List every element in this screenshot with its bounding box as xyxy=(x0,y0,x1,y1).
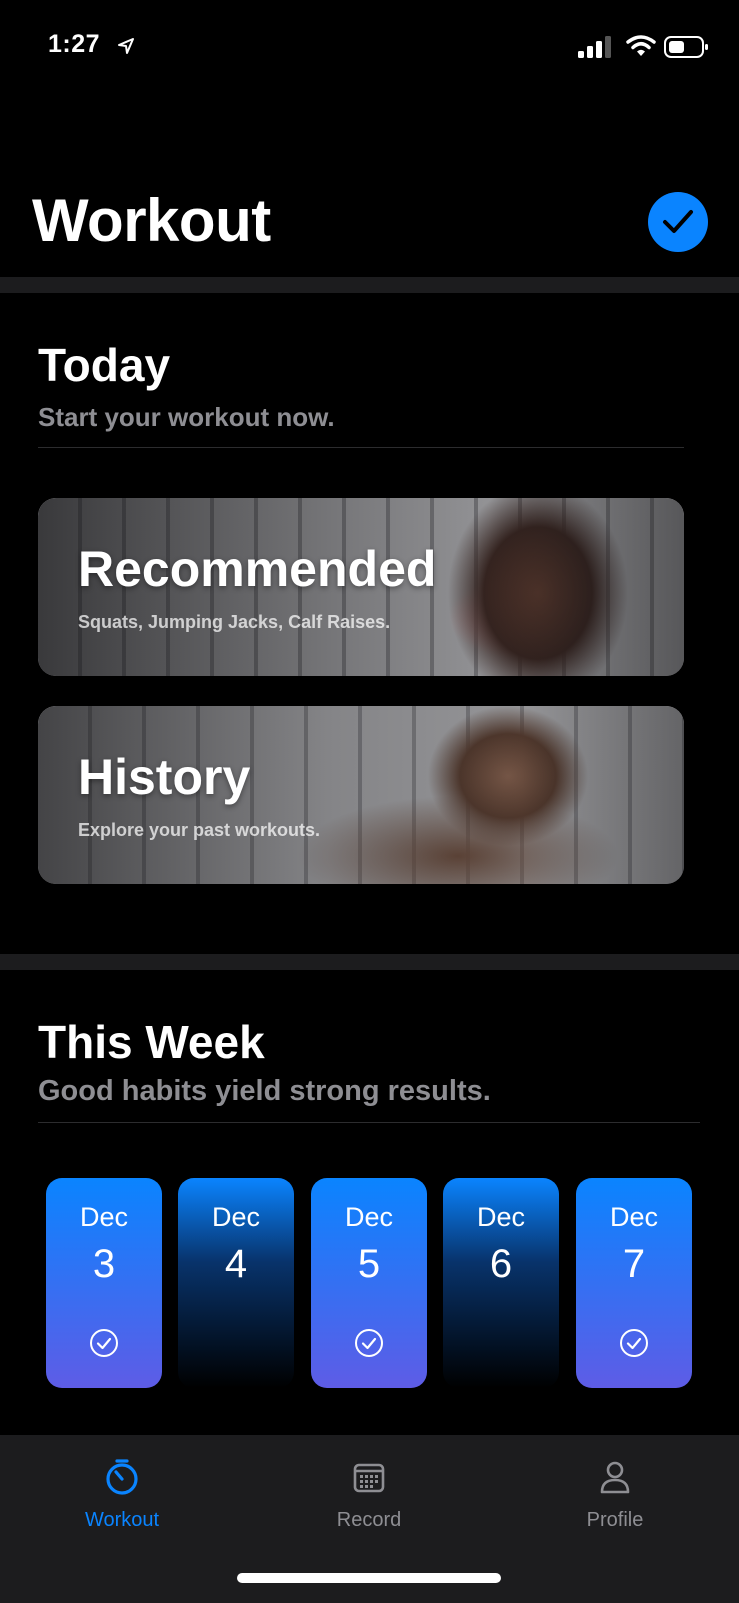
location-arrow-icon xyxy=(118,38,134,54)
day-pill[interactable]: Dec 3 xyxy=(46,1178,162,1388)
day-pill[interactable]: Dec 5 xyxy=(311,1178,427,1388)
cellular-signal-icon xyxy=(578,36,611,58)
day-month: Dec xyxy=(609,1202,658,1232)
check-circle-icon xyxy=(620,1329,648,1357)
today-subtitle: Start your workout now. xyxy=(38,402,335,432)
day-number: 5 xyxy=(357,1242,381,1286)
tab-label: Workout xyxy=(84,1509,160,1531)
history-card-title: History xyxy=(78,749,251,805)
history-card-subtitle: Explore your past workouts. xyxy=(78,820,321,840)
checkmark-icon xyxy=(663,210,693,233)
calendar-icon xyxy=(353,1463,385,1493)
week-title: This Week xyxy=(38,1016,265,1068)
week-divider xyxy=(38,1122,700,1123)
section-divider xyxy=(0,277,739,293)
day-number: 3 xyxy=(92,1242,116,1286)
recommended-card[interactable]: Recommended Squats, Jumping Jacks, Calf … xyxy=(38,498,684,676)
complete-button[interactable] xyxy=(648,192,708,252)
day-pill[interactable]: Dec 6 xyxy=(443,1178,559,1388)
day-month: Dec xyxy=(211,1202,260,1232)
check-circle-icon xyxy=(355,1329,383,1357)
day-number: 7 xyxy=(622,1242,646,1286)
today-divider xyxy=(38,447,684,448)
day-month: Dec xyxy=(476,1202,525,1232)
today-title: Today xyxy=(38,339,171,391)
day-number: 6 xyxy=(489,1242,513,1286)
day-month: Dec xyxy=(344,1202,393,1232)
tab-profile[interactable]: Profile xyxy=(535,1435,695,1545)
week-subtitle: Good habits yield strong results. xyxy=(38,1075,491,1107)
wifi-icon xyxy=(626,35,656,56)
workout-screen: 1:27 Workout Today Start your workout no… xyxy=(0,0,739,1603)
battery-icon xyxy=(664,36,708,58)
check-circle-icon xyxy=(90,1329,118,1357)
recommended-card-subtitle: Squats, Jumping Jacks, Calf Raises. xyxy=(78,612,391,632)
status-time: 1:27 xyxy=(48,30,101,58)
tab-workout[interactable]: Workout xyxy=(42,1435,202,1545)
week-days: Dec 3 Dec 4 Dec 5 Dec 6 Dec 7 xyxy=(46,1178,696,1388)
section-divider xyxy=(0,954,739,970)
stopwatch-icon xyxy=(106,1459,138,1495)
home-indicator[interactable] xyxy=(237,1573,501,1583)
tab-label: Profile xyxy=(586,1509,644,1531)
history-card[interactable]: History Explore your past workouts. xyxy=(38,706,684,884)
day-pill[interactable]: Dec 7 xyxy=(576,1178,692,1388)
day-pill[interactable]: Dec 4 xyxy=(178,1178,294,1388)
tab-label: Record xyxy=(336,1509,402,1531)
recommended-card-title: Recommended xyxy=(78,541,437,597)
tab-record[interactable]: Record xyxy=(289,1435,449,1545)
person-icon xyxy=(600,1461,630,1494)
day-number: 4 xyxy=(224,1242,248,1286)
day-month: Dec xyxy=(79,1202,128,1232)
page-title: Workout xyxy=(32,187,271,254)
